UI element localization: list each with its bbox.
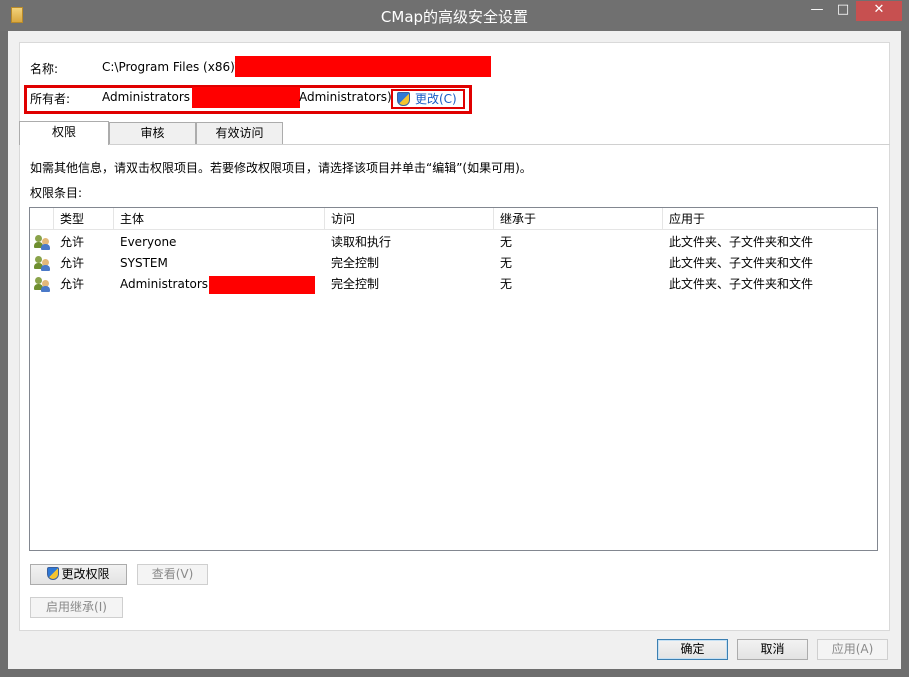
redacted-path (235, 56, 491, 77)
change-owner-link[interactable]: 更改(C) (391, 89, 465, 109)
row-type: 允许 (60, 277, 85, 291)
list-header: 类型 主体 访问 继承于 应用于 (30, 208, 877, 230)
tab-permissions[interactable]: 权限 (19, 121, 109, 145)
ok-button[interactable]: 确定 (657, 639, 728, 660)
change-permissions-label: 更改权限 (61, 567, 110, 581)
row-applies: 此文件夹、子文件夹和文件 (669, 277, 814, 291)
table-row[interactable]: 允许 Administrators 完全控制 无 此文件夹、子文件夹和文件 (30, 274, 877, 295)
users-icon (34, 277, 50, 292)
row-inherited: 无 (500, 235, 513, 249)
row-applies: 此文件夹、子文件夹和文件 (669, 235, 814, 249)
column-applies-to[interactable]: 应用于 (663, 208, 877, 230)
row-type: 允许 (60, 235, 85, 249)
row-inherited: 无 (500, 256, 513, 270)
owner-value-suffix: Administrators) (299, 90, 392, 104)
table-row[interactable]: 允许 Everyone 读取和执行 无 此文件夹、子文件夹和文件 (30, 232, 877, 253)
column-access[interactable]: 访问 (325, 208, 494, 230)
row-access: 读取和执行 (331, 235, 392, 249)
window-title: CMap的高级安全设置 (380, 8, 529, 26)
users-icon (34, 256, 50, 271)
change-owner-label: 更改(C) (415, 92, 457, 106)
title-bar[interactable]: CMap的高级安全设置 — □ ✕ (0, 0, 909, 31)
minimize-button[interactable]: — (804, 1, 830, 21)
uac-shield-icon (397, 92, 410, 106)
row-inherited: 无 (500, 277, 513, 291)
tab-auditing[interactable]: 审核 (109, 122, 196, 144)
users-icon (34, 235, 50, 250)
maximize-button[interactable]: □ (830, 1, 856, 21)
column-type[interactable]: 类型 (54, 208, 114, 230)
change-permissions-button[interactable]: 更改权限 (30, 564, 127, 585)
uac-shield-icon (47, 567, 60, 580)
tab-effective-access-label: 有效访问 (215, 126, 264, 140)
row-principal: SYSTEM (120, 256, 168, 270)
column-principal[interactable]: 主体 (114, 208, 325, 230)
info-text: 如需其他信息，请双击权限项目。若要修改权限项目，请选择该项目并单击“编辑”(如果… (30, 161, 532, 175)
row-applies: 此文件夹、子文件夹和文件 (669, 256, 814, 270)
dialog-client-area: 名称: C:\Program Files (x86)\ 所有者: Adminis… (8, 31, 901, 669)
row-principal: Everyone (120, 235, 177, 249)
tab-divider (19, 144, 890, 145)
tab-effective-access[interactable]: 有效访问 (196, 122, 283, 144)
column-icon (30, 208, 54, 230)
owner-value-prefix: Administrators (102, 90, 191, 104)
permission-entries-label: 权限条目: (30, 186, 83, 200)
view-button[interactable]: 查看(V) (137, 564, 208, 585)
owner-label: 所有者: (30, 92, 71, 106)
table-row[interactable]: 允许 SYSTEM 完全控制 无 此文件夹、子文件夹和文件 (30, 253, 877, 274)
name-label: 名称: (30, 62, 59, 76)
tab-auditing-label: 审核 (140, 126, 165, 140)
security-dialog-window: CMap的高级安全设置 — □ ✕ 名称: C:\Program Files (… (0, 0, 909, 677)
redacted-principal (209, 276, 315, 294)
permission-entries-list[interactable]: 类型 主体 访问 继承于 应用于 允许 Everyone 读取和执行 无 此文件… (29, 207, 878, 551)
cancel-button[interactable]: 取消 (737, 639, 808, 660)
row-access: 完全控制 (331, 277, 380, 291)
row-access: 完全控制 (331, 256, 380, 270)
enable-inheritance-button[interactable]: 启用继承(I) (30, 597, 123, 618)
name-value: C:\Program Files (x86)\ (102, 60, 239, 74)
apply-button[interactable]: 应用(A) (817, 639, 888, 660)
close-button[interactable]: ✕ (856, 1, 902, 21)
redacted-owner (192, 87, 300, 108)
tab-permissions-label: 权限 (51, 125, 76, 139)
row-principal: Administrators (120, 277, 209, 291)
column-inherited-from[interactable]: 继承于 (494, 208, 663, 230)
row-type: 允许 (60, 256, 85, 270)
